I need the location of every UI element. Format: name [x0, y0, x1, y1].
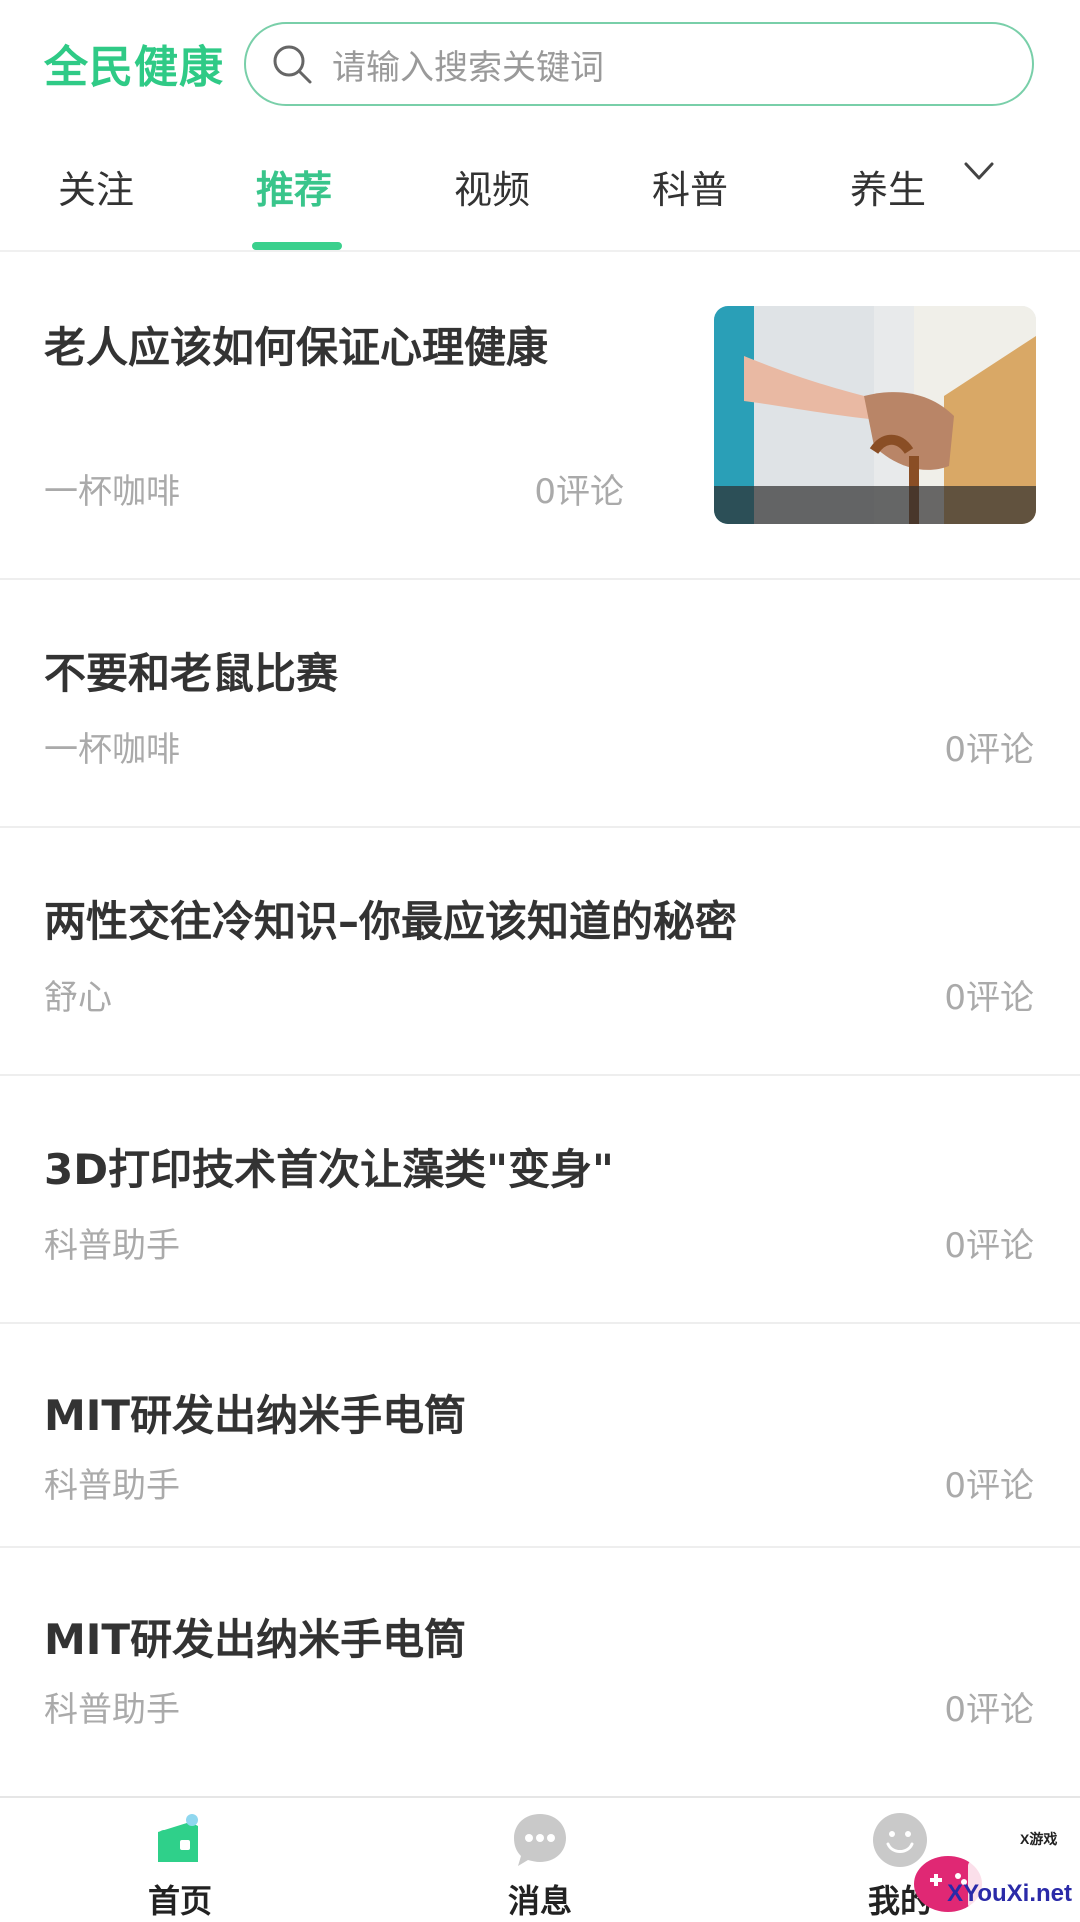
list-item[interactable]: MIT研发出纳米手电筒 科普助手 0评论 [0, 1324, 1080, 1548]
article-comment-count: 0评论 [944, 1226, 1034, 1266]
article-list: 老人应该如何保证心理健康 一杯咖啡 0评论 不要和老鼠比赛 一杯咖啡 0评论 两… [0, 252, 1080, 1772]
article-comment-count: 0评论 [944, 978, 1034, 1018]
tab-science[interactable]: 科普 [652, 160, 728, 220]
tab-wellness[interactable]: 养生 [850, 160, 926, 220]
list-item[interactable]: 不要和老鼠比赛 一杯咖啡 0评论 [0, 580, 1080, 828]
message-icon [510, 1810, 570, 1870]
article-comment-count: 0评论 [534, 472, 624, 512]
tab-video[interactable]: 视频 [454, 160, 530, 220]
search-bar[interactable]: 请输入搜索关键词 [244, 22, 1034, 106]
app-header: 全民健康 请输入搜索关键词 [0, 0, 1080, 130]
list-item[interactable]: MIT研发出纳米手电筒 科普助手 0评论 [0, 1548, 1080, 1772]
article-comment-count: 0评论 [944, 1690, 1034, 1730]
article-title: 两性交往冷知识–你最应该知道的秘密 [44, 897, 738, 946]
site-watermark: X游戏 XYouXi.net [908, 1824, 1080, 1920]
list-item[interactable]: 3D打印技术首次让藻类"变身" 科普助手 0评论 [0, 1076, 1080, 1324]
category-tabs: 关注 推荐 视频 科普 养生 [0, 140, 1080, 250]
article-source: 舒心 [44, 978, 112, 1018]
article-source: 科普助手 [44, 1690, 180, 1730]
chevron-down-icon[interactable] [958, 150, 1000, 192]
home-icon [150, 1810, 210, 1870]
list-item[interactable]: 老人应该如何保证心理健康 一杯咖啡 0评论 [0, 252, 1080, 580]
nav-label: 首页 [147, 1882, 212, 1920]
article-title: 不要和老鼠比赛 [44, 649, 339, 698]
article-title: 3D打印技术首次让藻类"变身" [44, 1145, 614, 1194]
nav-label: 消息 [507, 1882, 572, 1920]
tab-recommend[interactable]: 推荐 [256, 160, 332, 220]
active-tab-indicator [252, 242, 342, 250]
nav-home[interactable]: 首页 [80, 1798, 280, 1922]
article-thumbnail [714, 306, 1036, 524]
article-source: 科普助手 [44, 1466, 180, 1506]
article-source: 一杯咖啡 [44, 472, 180, 512]
tab-follow[interactable]: 关注 [58, 160, 134, 220]
search-placeholder: 请输入搜索关键词 [332, 47, 604, 88]
article-title: MIT研发出纳米手电筒 [44, 1391, 467, 1440]
article-title: MIT研发出纳米手电筒 [44, 1615, 467, 1664]
article-source: 科普助手 [44, 1226, 180, 1266]
watermark-text: XYouXi.net [947, 1880, 1072, 1907]
article-source: 一杯咖啡 [44, 730, 180, 770]
search-icon [270, 42, 314, 86]
app-logo: 全民健康 [44, 42, 224, 93]
watermark-small-text: X游戏 [1020, 1831, 1057, 1847]
article-comment-count: 0评论 [944, 1466, 1034, 1506]
article-title: 老人应该如何保证心理健康 [44, 323, 549, 372]
article-comment-count: 0评论 [944, 730, 1034, 770]
list-item[interactable]: 两性交往冷知识–你最应该知道的秘密 舒心 0评论 [0, 828, 1080, 1076]
nav-messages[interactable]: 消息 [440, 1798, 640, 1922]
